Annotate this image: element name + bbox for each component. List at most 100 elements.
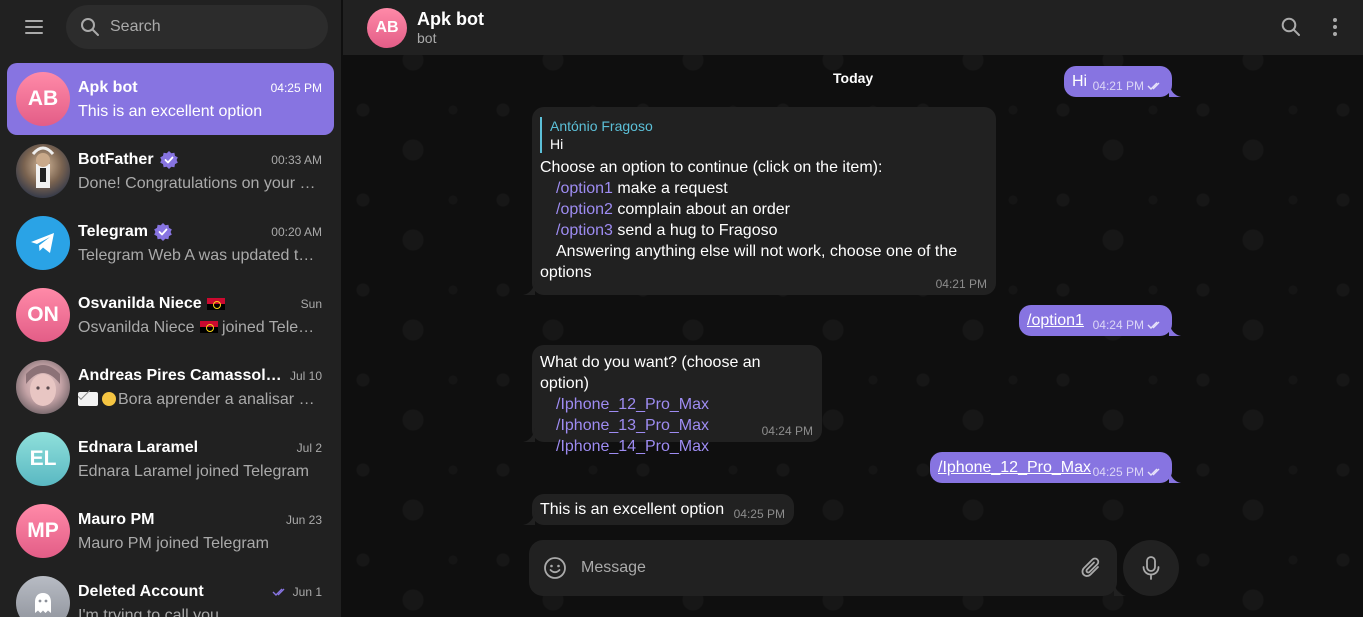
double-check-icon [1147,321,1160,329]
option-line: /option2 complain about an order [540,199,986,220]
thinking-emoji-icon [102,392,116,407]
chat-item-andreas-pires-camassola[interactable]: Andreas Pires Camassola ... Jul 10 Bora … [7,351,334,423]
avatar [16,576,70,617]
angola-flag-icon [206,297,225,310]
bot-command-link[interactable]: /option3 [556,222,613,239]
search-in-chat-button[interactable] [1271,7,1311,47]
avatar [16,144,70,198]
microphone-icon [1142,556,1160,580]
more-vertical-icon [1333,18,1337,36]
chat-item-apk-bot[interactable]: AB Apk bot 04:25 PM This is an excellent… [7,63,334,135]
chat-time: Sun [300,296,322,311]
andreas-avatar-image [26,365,60,406]
chat-time: 00:33 AM [271,152,322,167]
chat-time: Jul 2 [296,440,322,455]
menu-icon [25,20,43,34]
message-time: 04:24 PM [761,424,813,438]
message-input[interactable] [581,559,1081,577]
message-incoming[interactable]: This is an excellent option 04:25 PM [523,494,794,525]
search-icon [81,18,99,36]
main-menu-button[interactable] [14,7,54,47]
double-check-icon [272,588,285,596]
emoji-icon[interactable] [543,556,567,580]
chat-header-avatar[interactable]: AB [367,7,407,48]
message-text: Hi [1072,73,1088,90]
chat-preview: I'm trying to call you [78,606,219,617]
option-description: send a hug to Fragoso [612,222,778,239]
verified-icon [154,222,172,241]
bubble-tail [523,428,535,442]
chat-list-sidebar: AB Apk bot 04:25 PM This is an excellent… [0,0,342,617]
chat-item-telegram[interactable]: Telegram 00:20 AM Telegram Web A was upd… [7,207,334,279]
message-footer-text: Answering anything else will not work, c… [540,243,958,281]
bubble-tail [1169,322,1181,336]
option-line: /option1 make a request [540,178,986,199]
chat-item-ednara-laramel[interactable]: EL Ednara Laramel Jul 2 Ednara Laramel j… [7,423,334,495]
search-box[interactable] [66,5,328,49]
reply-author: António Fragoso [550,118,653,134]
chat-item-mauro-pm[interactable]: MP Mauro PM Jun 23 Mauro PM joined Teleg… [7,495,334,567]
search-input[interactable] [110,18,310,36]
message-outgoing[interactable]: /option1 04:24 PM [1019,305,1181,336]
bubble-tail [1169,469,1181,483]
chat-header[interactable]: AB Apk bot bot [343,0,1363,55]
message-incoming[interactable]: What do you want? (choose an option) /Ip… [523,345,822,455]
more-options-button[interactable] [1315,7,1355,47]
bot-command-link[interactable]: /option1 [1027,312,1084,329]
chat-preview: Ednara Laramel joined Telegram [78,462,309,480]
message-text: This is an excellent option [540,501,725,518]
message-time: 04:24 PM [1092,318,1144,332]
message-text: Choose an option to continue (click on t… [540,159,883,176]
chat-title: Apk bot [417,8,484,29]
double-check-icon [1147,82,1160,90]
chat-item-botfather[interactable]: BotFather 00:33 AM Done! Congratulations… [7,135,334,207]
message-time: 04:25 PM [733,507,785,521]
chat-time-text: Jun 1 [292,584,322,599]
chat-time: Jun 23 [285,512,322,527]
chat-item-osvanilda-niece[interactable]: ON Osvanilda Niece Sun Osvanilda Niece j… [7,279,334,351]
attach-icon[interactable] [1081,556,1103,580]
message-incoming[interactable]: António Fragoso Hi Choose an option to c… [523,107,996,295]
avatar [16,360,70,414]
angola-flag-icon [199,321,218,334]
option-line: /option3 send a hug to Fragoso [540,220,986,241]
chat-list: AB Apk bot 04:25 PM This is an excellent… [0,54,341,617]
chat-preview: Done! Congratulations on your new bot. Y… [78,174,322,192]
chat-name: Andreas Pires Camassola ... [78,366,282,384]
chat-info[interactable]: Apk bot bot [417,9,484,47]
chat-name: BotFather [78,150,154,168]
avatar: ON [16,288,70,342]
record-voice-button[interactable] [1123,540,1179,596]
chat-name: Ednara Laramel [78,438,199,456]
option-description: complain about an order [612,201,790,218]
bot-command-link[interactable]: /Iphone_12_Pro_Max [938,459,1091,476]
envelope-emoji-icon [78,392,98,407]
chat-preview: This is an excellent option [78,102,263,120]
bot-command-link[interactable]: /Iphone_14_Pro_Max [540,436,812,457]
chat-preview: Bora aprender a analisar quando o mercad… [78,389,322,411]
chat-name: Mauro PM [78,510,155,528]
bot-command-link[interactable]: /option2 [556,201,613,218]
chat-name: Telegram [78,222,148,240]
message-outgoing[interactable]: /Iphone_12_Pro_Max 04:25 PM [930,452,1181,483]
chat-name: Osvanilda Niece [78,294,202,312]
chat-item-deleted-account[interactable]: Deleted Account Jun 1 I'm trying to call… [7,567,334,617]
preview-text: joined Telegram [221,318,322,336]
chat-name: Deleted Account [78,582,204,600]
chat-name: Apk bot [78,78,138,96]
message-time: 04:25 PM [1092,465,1144,479]
message-time: 04:21 PM [935,277,987,291]
message-time: 04:21 PM [1092,79,1144,93]
message-outgoing[interactable]: Hi 04:21 PM [1064,66,1181,97]
bot-command-link[interactable]: /Iphone_12_Pro_Max [540,394,812,415]
chat-preview: Mauro PM joined Telegram [78,534,269,552]
chat-time: 04:25 PM [270,80,322,95]
composer-tail [1114,582,1126,596]
preview-name: Osvanilda Niece [78,318,195,336]
verified-icon [159,150,178,169]
chat-pane: AB Apk bot bot Today Hi 04:21 PM António… [343,0,1363,617]
avatar: AB [16,72,70,126]
bubble-tail [523,511,535,525]
bot-command-link[interactable]: /option1 [556,180,613,197]
reply-quote[interactable]: António Fragoso Hi [540,117,986,153]
